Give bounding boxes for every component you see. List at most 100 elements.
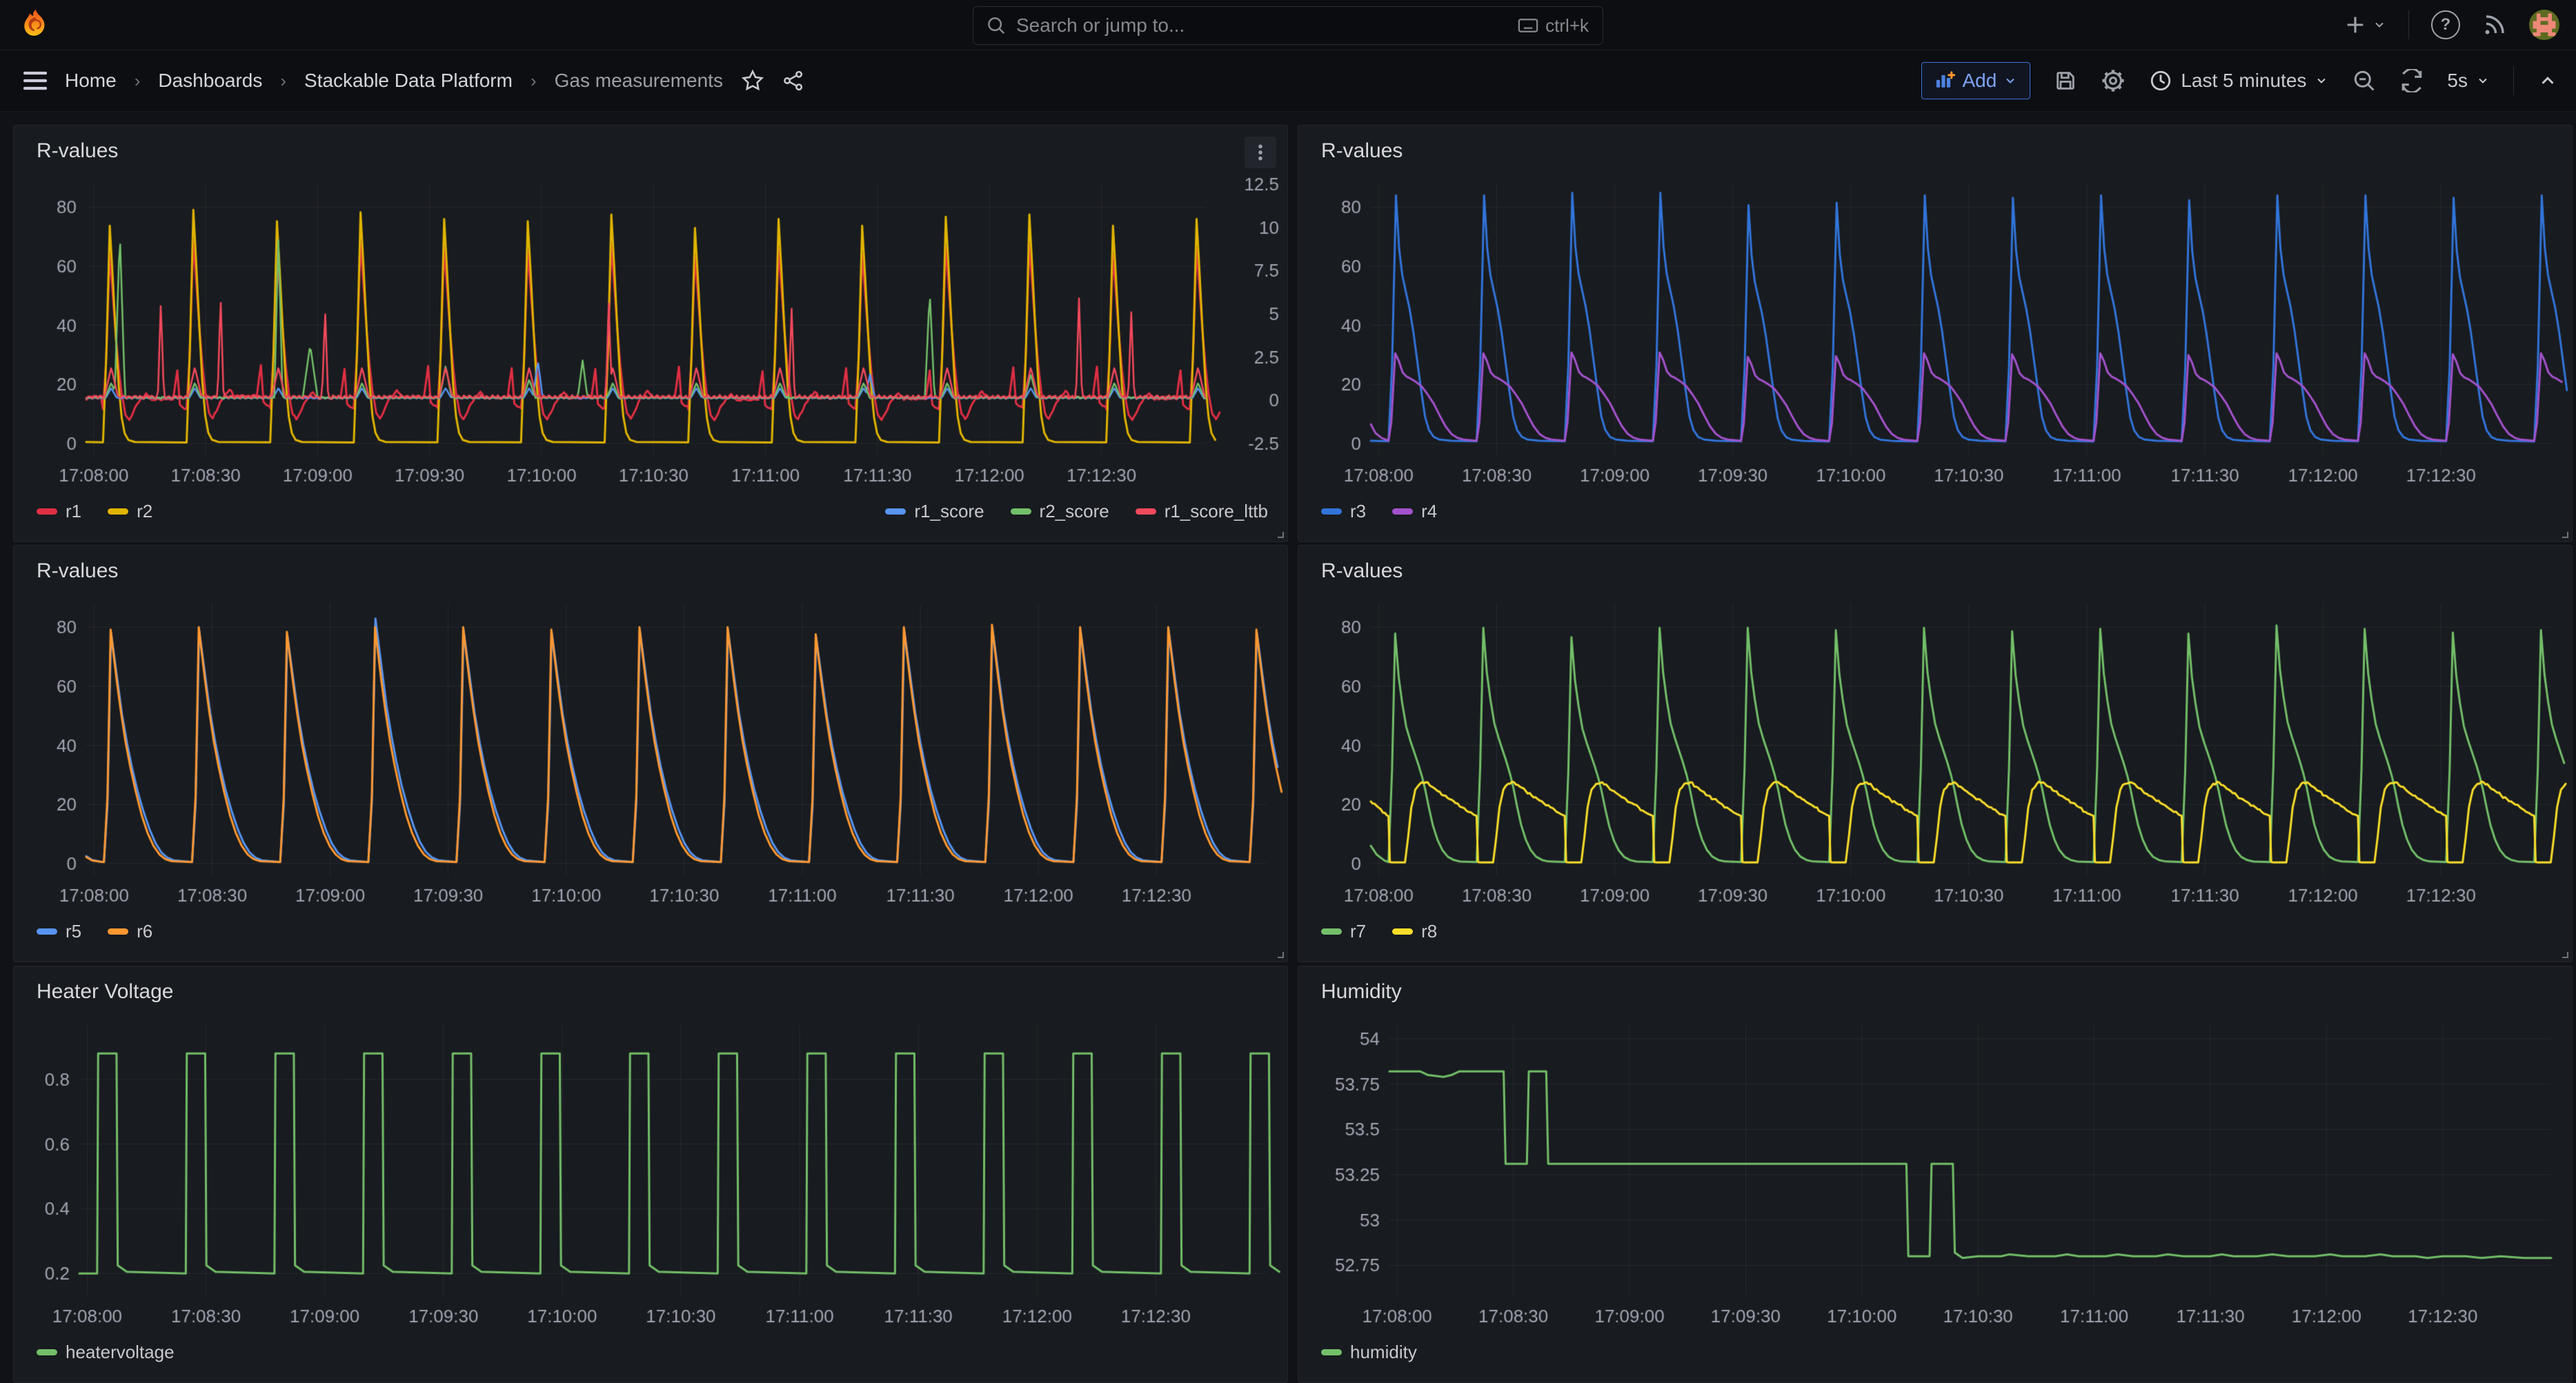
chart-canvas[interactable] — [14, 1016, 1287, 1339]
collapse-toolbar-button[interactable] — [2537, 70, 2558, 91]
new-dashboard-button[interactable] — [2344, 13, 2386, 37]
share-icon — [782, 69, 806, 92]
panel-title[interactable]: Heater Voltage — [37, 980, 173, 1004]
toolbar-divider — [2513, 66, 2514, 95]
search-input[interactable] — [1007, 14, 1518, 37]
panel-title[interactable]: R-values — [1321, 139, 1403, 163]
legend-swatch — [1392, 508, 1413, 515]
legend-swatch — [37, 1349, 57, 1355]
legend-item-r5[interactable]: r5 — [37, 921, 81, 942]
clock-icon — [2149, 69, 2172, 92]
legend-label: r2 — [137, 501, 152, 522]
breadcrumb-dashboards[interactable]: Dashboards — [158, 70, 262, 92]
add-button[interactable]: Add — [1921, 62, 2030, 99]
legend-item-r7[interactable]: r7 — [1321, 921, 1366, 942]
legend-item-r1[interactable]: r1 — [37, 501, 81, 522]
legend-item-r2_score[interactable]: r2_score — [1011, 501, 1109, 522]
news-button[interactable] — [2482, 12, 2507, 37]
legend-item-r3[interactable]: r3 — [1321, 501, 1366, 522]
legend-group-left: r7 r8 — [1321, 921, 1437, 942]
legend-label: r1_score_lttb — [1165, 501, 1268, 522]
legend-label: humidity — [1350, 1342, 1417, 1363]
chart-canvas[interactable] — [1298, 175, 2572, 498]
time-range-picker[interactable]: Last 5 minutes — [2149, 69, 2328, 92]
legend-group-left: heatervoltage — [37, 1342, 175, 1363]
chart-canvas[interactable] — [14, 595, 1287, 918]
panel-legend: humidity — [1321, 1342, 2553, 1363]
keyboard-icon — [1518, 15, 1538, 36]
panel-legend: r3 r4 — [1321, 501, 2553, 522]
legend-label: heatervoltage — [66, 1342, 175, 1363]
share-button[interactable] — [782, 69, 806, 92]
panel-title[interactable]: Humidity — [1321, 980, 1402, 1004]
legend-item-r2[interactable]: r2 — [108, 501, 152, 522]
panel-resize-handle[interactable] — [2558, 948, 2569, 959]
help-button[interactable]: ? — [2431, 10, 2460, 39]
legend-item-r1_score[interactable]: r1_score — [885, 501, 984, 522]
panel-resize-handle[interactable] — [1274, 948, 1285, 959]
panel-title[interactable]: R-values — [37, 139, 118, 163]
legend-item-humidity[interactable]: humidity — [1321, 1342, 1417, 1363]
legend-swatch — [37, 508, 57, 515]
breadcrumb-folder[interactable]: Stackable Data Platform — [304, 70, 513, 92]
legend-item-r6[interactable]: r6 — [108, 921, 152, 942]
chart-canvas[interactable] — [1298, 595, 2572, 918]
legend-item-r8[interactable]: r8 — [1392, 921, 1437, 942]
panel-r-values-3: R-values r7 r8 — [1298, 545, 2573, 962]
chart-canvas[interactable] — [1298, 1016, 2572, 1339]
refresh-interval-picker[interactable]: 5s — [2447, 70, 2490, 92]
menu-button[interactable] — [23, 70, 47, 91]
legend-swatch — [1321, 508, 1342, 515]
grafana-logo-icon[interactable] — [19, 8, 52, 41]
legend-swatch — [1321, 1349, 1342, 1355]
legend-swatch — [1011, 508, 1031, 515]
panel-title[interactable]: R-values — [1321, 559, 1403, 583]
panel-title[interactable]: R-values — [37, 559, 118, 583]
dashboard-settings-button[interactable] — [2101, 68, 2126, 93]
legend-group-left: r5 r6 — [37, 921, 152, 942]
hamburger-icon — [23, 70, 47, 91]
panel-resize-handle[interactable] — [1274, 528, 1285, 539]
panel-r-values-1: R-values r3 r4 — [1298, 125, 2573, 542]
panel-humidity-5: Humidity humidity — [1298, 966, 2573, 1383]
chevron-up-icon — [2537, 70, 2558, 91]
nav-divider — [2408, 10, 2409, 39]
legend-swatch — [1392, 928, 1413, 935]
legend-label: r8 — [1421, 921, 1437, 942]
top-nav-bar: ctrl+k ? — [0, 0, 2576, 50]
favorite-button[interactable] — [741, 69, 764, 92]
legend-item-heatervoltage[interactable]: heatervoltage — [37, 1342, 175, 1363]
zoom-out-icon — [2352, 68, 2377, 93]
refresh-icon — [2400, 69, 2424, 92]
legend-label: r2_score — [1040, 501, 1109, 522]
chevron-down-icon — [2476, 74, 2490, 88]
avatar[interactable] — [2529, 10, 2559, 40]
breadcrumb-separator: › — [135, 70, 141, 92]
panel-r-values-0: R-values r1 r2 r1_score r2_score r1_score_ltt… — [13, 125, 1288, 542]
legend-group-left: r3 r4 — [1321, 501, 1437, 522]
panel-heater-voltage-4: Heater Voltage heatervoltage — [13, 966, 1288, 1383]
zoom-out-button[interactable] — [2352, 68, 2377, 93]
refresh-button[interactable] — [2400, 69, 2424, 92]
save-icon — [2054, 69, 2077, 92]
legend-label: r3 — [1350, 501, 1366, 522]
save-dashboard-button[interactable] — [2054, 69, 2077, 92]
legend-label: r6 — [137, 921, 152, 942]
panel-legend: r1 r2 r1_score r2_score r1_score_lttb — [37, 501, 1268, 522]
panel-menu-button[interactable] — [1245, 137, 1276, 168]
chart-canvas[interactable] — [14, 175, 1287, 498]
legend-swatch — [108, 928, 128, 935]
help-icon: ? — [2431, 10, 2460, 39]
panel-legend: r7 r8 — [1321, 921, 2553, 942]
legend-label: r1 — [66, 501, 81, 522]
gear-icon — [2101, 68, 2126, 93]
breadcrumb-separator: › — [280, 70, 286, 92]
search-shortcut: ctrl+k — [1518, 15, 1589, 37]
breadcrumb-home[interactable]: Home — [65, 70, 117, 92]
legend-swatch — [37, 928, 57, 935]
panel-resize-handle[interactable] — [2558, 528, 2569, 539]
global-search: ctrl+k — [973, 6, 1603, 45]
legend-item-r4[interactable]: r4 — [1392, 501, 1437, 522]
legend-item-r1_score_lttb[interactable]: r1_score_lttb — [1136, 501, 1268, 522]
legend-group-right: r1_score r2_score r1_score_lttb — [885, 501, 1268, 522]
